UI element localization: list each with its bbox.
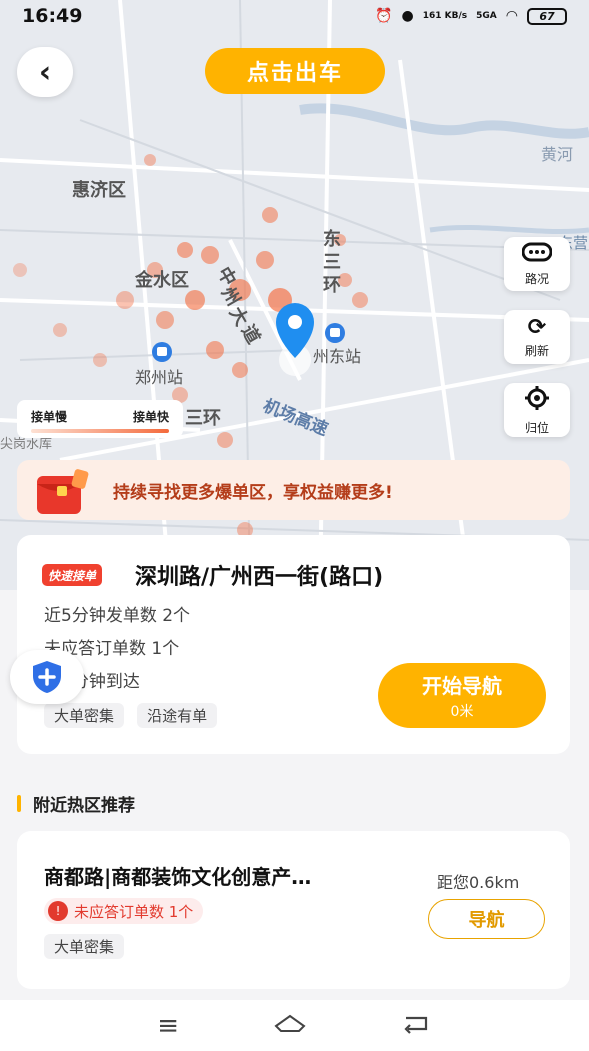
locate-label: 归位 [524, 420, 549, 435]
shield-icon [33, 661, 61, 693]
map-label-dong2: 三 [323, 252, 341, 273]
map-label-jinshui: 金水区 [134, 269, 189, 291]
legend-fast: 接单快 [132, 410, 169, 424]
nearby-distance: 距您0.6km [437, 873, 520, 892]
location-icon: ● [401, 8, 414, 24]
tag-pill: 大单密集 [44, 934, 125, 959]
locate-button[interactable]: 归位 [504, 383, 570, 437]
battery-level: 67 [539, 9, 555, 23]
wifi-icon: ◠ [505, 8, 518, 24]
depart-button[interactable]: 点击出车 [205, 48, 385, 94]
tag-pill: 沿途有单 [137, 703, 218, 728]
map-label-dong1: 东 [323, 228, 341, 250]
hotspot-tags: 大单密集 沿途有单 [44, 703, 225, 728]
map-label-dong3: 环 [323, 275, 341, 296]
navigate-button[interactable]: 导航 [428, 899, 545, 939]
section-marker [17, 795, 21, 812]
alarm-icon: ⏰ [375, 8, 393, 24]
promo-text: 持续寻找更多爆单区，享权益赚更多! [113, 482, 393, 503]
traffic-label: 路况 [524, 271, 549, 286]
battery-icon: 67 [527, 7, 567, 25]
refresh-label: 刷新 [524, 343, 549, 358]
alert-icon: ! [48, 901, 68, 921]
hotspot-card: 快速接单 深圳路/广州西一街(路口) 近5分钟发单数 2个 未应答订单数 1个 … [17, 535, 570, 754]
signal-label: 5GA [476, 11, 497, 21]
navigation-distance: 0米 [450, 704, 474, 720]
hotspot-title: 深圳路/广州西一街(路口) [135, 565, 384, 590]
nearby-title: 商都路|商都装饰文化创意产… [44, 865, 312, 889]
map-label-huiji: 惠济区 [72, 179, 126, 201]
net-speed: 161 KB/s [422, 11, 468, 21]
nearby-section-header: 附近热区推荐 [17, 791, 135, 816]
map-label-zhengzhou-station: 郑州站 [135, 368, 183, 387]
map-label-reservoir: 尖岗水库 [0, 436, 52, 452]
missed-orders-text: 未应答订单数 1个 [74, 902, 194, 921]
start-navigation-button[interactable]: 开始导航 0米 [378, 663, 546, 728]
safety-shield-button[interactable] [10, 650, 84, 704]
map-label-huanghe: 黄河 [541, 145, 573, 164]
location-pin-icon [276, 303, 314, 376]
heat-legend: 接单慢 接单快 [17, 400, 183, 438]
legend-slow: 接单慢 [31, 410, 68, 424]
traffic-button[interactable]: 路况 [504, 237, 570, 291]
map-label-east-station: 州东站 [313, 347, 361, 366]
nearby-section-title: 附近热区推荐 [33, 796, 135, 816]
legend-gradient-bar [31, 429, 169, 433]
nearby-hotspot-card[interactable]: 商都路|商都装饰文化创意产… 距您0.6km ! 未应答订单数 1个 大单密集 … [17, 831, 570, 989]
crosshair-icon [524, 385, 550, 417]
home-icon[interactable] [273, 1011, 307, 1041]
missed-orders-badge: ! 未应答订单数 1个 [44, 898, 204, 924]
refresh-button[interactable]: ⟳ 刷新 [504, 310, 570, 364]
start-navigation-label: 开始导航 [422, 674, 502, 698]
tag-pill: 大单密集 [44, 703, 125, 728]
status-bar: 16:49 ⏰ ● 161 KB/s 5GA ◠ 67 [0, 0, 589, 32]
status-time: 16:49 [22, 5, 83, 27]
recent-orders: 近5分钟发单数 2个 [44, 606, 191, 626]
system-navigation-bar: ≡ [0, 1000, 589, 1051]
menu-icon[interactable]: ≡ [157, 1011, 179, 1041]
red-envelope-icon [31, 462, 91, 518]
map-label-sanhuan: 三环 [185, 408, 221, 429]
back-button[interactable]: ‹ [17, 47, 73, 97]
back-nav-icon[interactable] [402, 1011, 432, 1041]
traffic-icon [521, 242, 553, 268]
refresh-icon: ⟳ [527, 314, 547, 340]
chevron-left-icon: ‹ [38, 54, 52, 90]
fast-order-badge: 快速接单 [42, 564, 103, 586]
nearby-tags: 大单密集 [44, 934, 132, 959]
promo-banner[interactable]: 持续寻找更多爆单区，享权益赚更多! [17, 460, 570, 520]
